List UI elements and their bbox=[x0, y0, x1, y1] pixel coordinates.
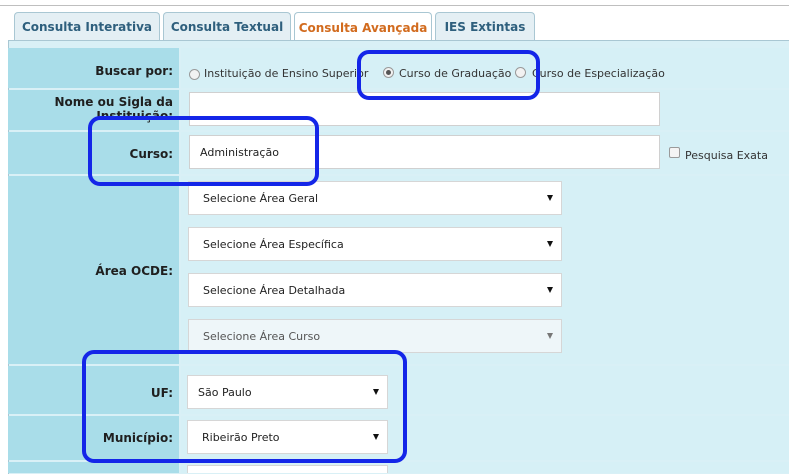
area-detalhada-select[interactable]: Selecione Área Detalhada bbox=[188, 273, 562, 307]
chevron-down-icon bbox=[547, 287, 553, 293]
pesquisa-exata-label: Pesquisa Exata bbox=[685, 149, 768, 162]
area-curso-select: Selecione Área Curso bbox=[188, 319, 562, 353]
buscar-por-field-cell: Instituição de Ensino Superior Curso de … bbox=[181, 48, 789, 88]
curso-label-cell: Curso: bbox=[8, 132, 179, 174]
tab-label: Consulta Textual bbox=[170, 19, 284, 34]
area-curso-value: Selecione Área Curso bbox=[203, 329, 321, 343]
chevron-down-icon bbox=[373, 389, 379, 395]
uf-value: São Paulo bbox=[198, 385, 252, 399]
pesquisa-exata-checkbox[interactable] bbox=[669, 147, 680, 158]
next-row-input[interactable] bbox=[187, 465, 388, 473]
nome-sigla-label-cell: Nome ou Sigla da Instituição: bbox=[8, 90, 179, 130]
tab-consulta-avancada[interactable]: Consulta Avançada bbox=[294, 12, 432, 42]
area-detalhada-value: Selecione Área Detalhada bbox=[203, 283, 346, 297]
tab-label: Consulta Avançada bbox=[298, 20, 428, 35]
tab-ies-extintas[interactable]: IES Extintas bbox=[435, 12, 535, 40]
area-ocde-field-cell: Selecione Área Geral Selecione Área Espe… bbox=[181, 176, 789, 364]
chevron-down-icon bbox=[547, 241, 553, 247]
tab-label: Consulta Interativa bbox=[21, 19, 153, 34]
radio-curso-graduacao[interactable] bbox=[383, 67, 394, 78]
next-row-label-cell bbox=[8, 462, 179, 473]
tab-label: IES Extintas bbox=[444, 19, 526, 34]
curso-label: Curso: bbox=[129, 147, 173, 161]
nome-sigla-label: Nome ou Sigla da Instituição: bbox=[54, 95, 174, 123]
municipio-value: Ribeirão Preto bbox=[202, 430, 280, 444]
uf-field-cell: São Paulo bbox=[181, 366, 789, 414]
municipio-label: Município: bbox=[102, 431, 173, 445]
radio-curso-especializacao[interactable] bbox=[515, 67, 526, 78]
municipio-field-cell: Ribeirão Preto bbox=[181, 416, 789, 460]
radio-instituicao[interactable] bbox=[189, 69, 200, 80]
tab-bar: Consulta Interativa Consulta Textual Con… bbox=[0, 6, 789, 42]
area-especifica-select[interactable]: Selecione Área Específica bbox=[188, 227, 562, 261]
uf-select[interactable]: São Paulo bbox=[187, 375, 388, 409]
chevron-down-icon bbox=[547, 333, 553, 339]
area-especifica-value: Selecione Área Específica bbox=[203, 237, 344, 251]
tab-consulta-interativa[interactable]: Consulta Interativa bbox=[14, 12, 160, 40]
radio-curso-especializacao-label: Curso de Especialização bbox=[532, 67, 665, 80]
uf-label: UF: bbox=[150, 386, 173, 400]
area-geral-value: Selecione Área Geral bbox=[203, 191, 319, 205]
curso-input[interactable]: Administração bbox=[189, 135, 660, 169]
radio-instituicao-label: Instituição de Ensino Superior bbox=[204, 67, 369, 80]
radio-curso-graduacao-label: Curso de Graduação bbox=[399, 67, 512, 80]
area-ocde-label-cell: Área OCDE: bbox=[8, 176, 179, 364]
buscar-por-label-cell: Buscar por: bbox=[8, 48, 179, 88]
area-ocde-label: Área OCDE: bbox=[95, 264, 173, 278]
nome-sigla-input[interactable] bbox=[189, 92, 660, 126]
next-row-field-cell bbox=[181, 462, 789, 473]
area-geral-select[interactable]: Selecione Área Geral bbox=[188, 181, 562, 215]
curso-field-cell: Administração Pesquisa Exata bbox=[181, 132, 789, 174]
municipio-label-cell: Município: bbox=[8, 416, 179, 460]
municipio-select[interactable]: Ribeirão Preto bbox=[187, 420, 388, 454]
chevron-down-icon bbox=[547, 195, 553, 201]
tab-consulta-textual[interactable]: Consulta Textual bbox=[163, 12, 291, 40]
buscar-por-label: Buscar por: bbox=[95, 64, 173, 78]
nome-sigla-field-cell bbox=[181, 90, 789, 130]
chevron-down-icon bbox=[373, 434, 379, 440]
uf-label-cell: UF: bbox=[8, 366, 179, 414]
